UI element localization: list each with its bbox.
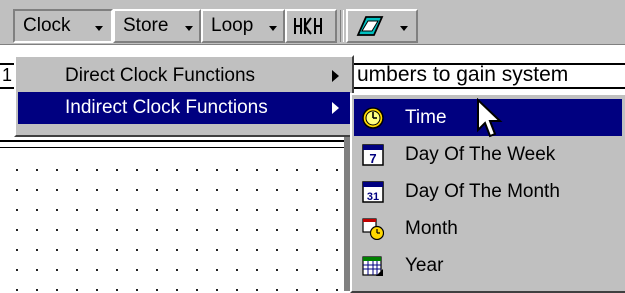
counter-icon xyxy=(294,17,322,35)
mouse-pointer-icon xyxy=(477,98,503,138)
submenu-item-label: Time xyxy=(405,107,447,128)
document-visible-text: umbers to gain system xyxy=(357,63,569,86)
toolbar-separator xyxy=(340,10,344,42)
calendar-grid-icon xyxy=(362,256,383,276)
menu-item-direct-clock-functions[interactable]: Direct Clock Functions xyxy=(18,60,350,92)
store-button-label: Store xyxy=(123,15,169,36)
submenu-item-day-of-the-week[interactable]: 7 Day Of The Week xyxy=(354,136,623,173)
submenu-item-label: Year xyxy=(405,255,444,276)
chevron-down-icon xyxy=(185,26,193,31)
chevron-down-icon xyxy=(95,26,103,31)
document-left-char: 1 xyxy=(2,65,13,85)
store-dropdown-button[interactable]: Store xyxy=(113,9,201,43)
clock-dropdown-button[interactable]: Clock xyxy=(13,9,113,43)
menu-item-label: Direct Clock Functions xyxy=(65,65,256,86)
svg-text:31: 31 xyxy=(367,191,379,203)
svg-text:7: 7 xyxy=(369,151,376,166)
submenu-item-year[interactable]: Year xyxy=(354,247,623,284)
clock-button-label: Clock xyxy=(23,15,71,36)
submenu-item-label: Day Of The Month xyxy=(405,181,560,202)
chevron-down-icon xyxy=(269,26,277,31)
clock-icon xyxy=(362,107,384,129)
submenu-item-label: Day Of The Week xyxy=(405,144,556,165)
submenu-item-month[interactable]: Month xyxy=(354,210,623,247)
submenu-item-label: Month xyxy=(405,218,458,239)
eraser-dropdown-button[interactable] xyxy=(346,9,418,43)
menu-item-label: Indirect Clock Functions xyxy=(65,97,268,118)
loop-button-label: Loop xyxy=(211,15,254,36)
loop-dropdown-button[interactable]: Loop xyxy=(201,9,285,43)
submenu-item-day-of-the-month[interactable]: 31 Day Of The Month xyxy=(354,173,623,210)
clock-menu: Direct Clock Functions Indirect Clock Fu… xyxy=(14,55,354,137)
document-divider xyxy=(0,140,360,148)
dot-grid xyxy=(0,154,352,293)
calendar-31-icon: 31 xyxy=(362,181,384,203)
counter-button[interactable] xyxy=(285,9,337,43)
toolbar: Clock Store Loop xyxy=(0,0,625,45)
calendar-7-icon: 7 xyxy=(362,144,384,166)
eraser-icon xyxy=(356,16,384,36)
menu-item-indirect-clock-functions[interactable]: Indirect Clock Functions xyxy=(18,92,350,124)
submenu-arrow-icon xyxy=(332,102,339,114)
calendar-clock-icon xyxy=(362,218,384,240)
submenu-arrow-icon xyxy=(332,70,339,82)
chevron-down-icon xyxy=(400,26,408,31)
